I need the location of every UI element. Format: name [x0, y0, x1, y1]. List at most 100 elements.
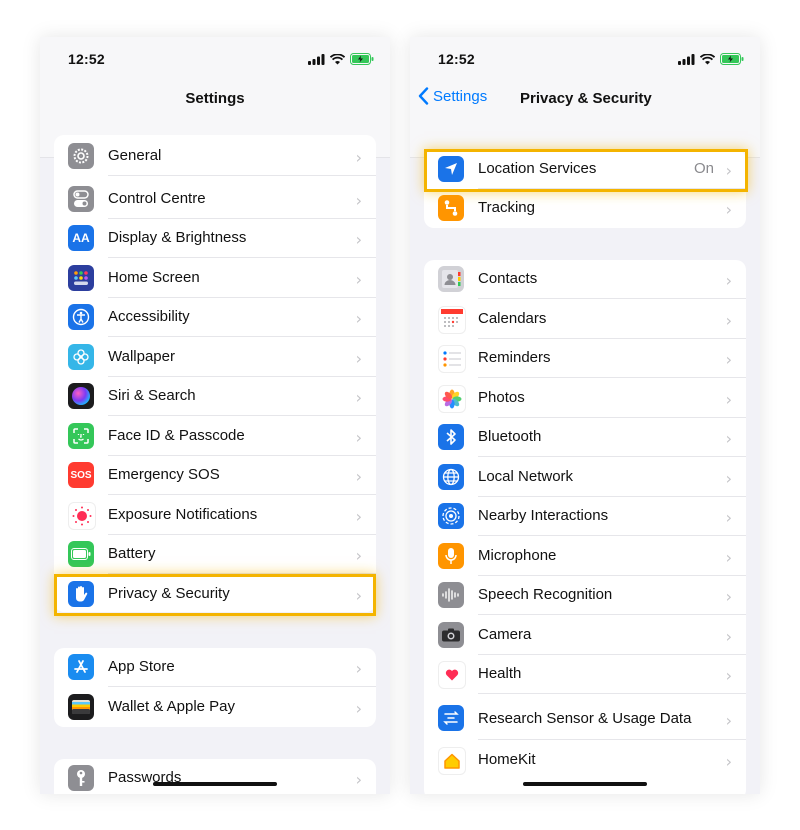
privacy-item-tracking[interactable]: Tracking › [424, 189, 746, 228]
privacy-item-camera[interactable]: Camera › [424, 616, 746, 655]
location-status-value: On [693, 160, 714, 177]
settings-item-label: Tracking [478, 199, 535, 216]
privacy-item-location-services[interactable]: Location Services On › [424, 150, 746, 189]
home-indicator[interactable] [523, 782, 647, 786]
settings-item-label: Camera [478, 626, 532, 643]
privacy-group-permissions: Contacts › Calendars › Reminders › Photo… [424, 260, 746, 794]
chevron-right-icon: › [355, 659, 362, 678]
divider [478, 456, 746, 457]
bluetooth-icon [438, 424, 464, 450]
microphone-icon [438, 543, 464, 569]
settings-item-label: Emergency SOS [108, 466, 220, 483]
chevron-right-icon: › [355, 270, 362, 289]
settings-item-label: Display & Brightness [108, 229, 247, 246]
divider [478, 377, 746, 378]
chevron-right-icon: › [725, 627, 732, 646]
chevron-right-icon: › [725, 587, 732, 606]
privacy-item-photos[interactable]: Photos › [424, 379, 746, 418]
settings-item-face-id-passcode[interactable]: Face ID & Passcode › [54, 417, 376, 456]
chevron-right-icon: › [725, 469, 732, 488]
exposure-icon [68, 502, 96, 530]
settings-item-siri-search[interactable]: Siri & Search › [54, 377, 376, 416]
privacy-item-bluetooth[interactable]: Bluetooth › [424, 418, 746, 457]
settings-item-label: Privacy & Security [108, 585, 230, 602]
settings-item-label: Location Services [478, 160, 597, 177]
back-button[interactable]: Settings [418, 87, 487, 105]
settings-item-label: Siri & Search [108, 387, 196, 404]
settings-item-home-screen[interactable]: Home Screen › [54, 259, 376, 298]
chevron-right-icon: › [355, 148, 362, 167]
settings-item-emergency-sos[interactable]: SOS Emergency SOS › [54, 456, 376, 495]
settings-item-display-brightness[interactable]: AA Display & Brightness › [54, 219, 376, 258]
chevron-right-icon: › [355, 230, 362, 249]
photos-icon [438, 385, 466, 413]
settings-item-passwords[interactable]: Passwords › [54, 759, 376, 794]
privacy-item-reminders[interactable]: Reminders › [424, 339, 746, 378]
status-time: 12:52 [438, 51, 475, 67]
privacy-item-health[interactable]: Health › [424, 655, 746, 694]
chevron-right-icon: › [355, 349, 362, 368]
grid-icon [68, 265, 94, 291]
location-arrow-icon [438, 156, 464, 182]
status-time: 12:52 [68, 51, 105, 67]
divider [108, 686, 376, 687]
settings-item-label: Home Screen [108, 269, 200, 286]
settings-item-label: Wallpaper [108, 348, 175, 365]
divider [478, 693, 746, 694]
reminders-icon [438, 345, 466, 373]
privacy-item-local-network[interactable]: Local Network › [424, 458, 746, 497]
settings-item-label: Research Sensor & Usage Data [478, 710, 692, 727]
signal-icon [308, 53, 325, 65]
chevron-right-icon: › [355, 428, 362, 447]
settings-item-app-store[interactable]: App Store › [54, 648, 376, 687]
home-indicator[interactable] [153, 782, 277, 786]
privacy-item-calendars[interactable]: Calendars › [424, 300, 746, 339]
chevron-right-icon: › [725, 271, 732, 290]
settings-item-wallpaper[interactable]: Wallpaper › [54, 338, 376, 377]
divider [108, 175, 376, 176]
settings-item-privacy-security[interactable]: Privacy & Security › [54, 575, 376, 612]
privacy-item-homekit[interactable]: HomeKit › [424, 741, 746, 780]
settings-item-battery[interactable]: Battery › [54, 535, 376, 574]
heart-icon [438, 661, 466, 689]
settings-item-label: Calendars [478, 310, 547, 327]
chevron-right-icon: › [355, 191, 362, 210]
chevron-right-icon: › [725, 350, 732, 369]
privacy-group-location: Location Services On › Tracking › [424, 150, 746, 228]
chevron-right-icon: › [725, 390, 732, 409]
settings-item-label: Nearby Interactions [478, 507, 609, 524]
chevron-right-icon: › [725, 200, 732, 219]
toggle-icon [68, 186, 94, 212]
privacy-item-microphone[interactable]: Microphone › [424, 537, 746, 576]
battery-status-icon [350, 53, 374, 65]
chevron-right-icon: › [725, 429, 732, 448]
settings-item-accessibility[interactable]: Accessibility › [54, 298, 376, 337]
settings-item-general[interactable]: General › [54, 137, 376, 176]
waveform-icon [438, 582, 464, 608]
settings-item-wallet-apple-pay[interactable]: Wallet & Apple Pay › [54, 688, 376, 727]
privacy-item-research-sensor[interactable]: Research Sensor & Usage Data › [424, 697, 746, 740]
privacy-item-contacts[interactable]: Contacts › [424, 260, 746, 299]
divider [478, 535, 746, 536]
settings-item-label: Wallet & Apple Pay [108, 698, 236, 715]
settings-screen: 12:52 Settings General › Control Centre … [40, 37, 390, 794]
app-store-icon [68, 654, 94, 680]
chevron-right-icon: › [355, 586, 362, 605]
chevron-right-icon: › [725, 548, 732, 567]
navigation-bar: 12:52 Settings Privacy & Security [410, 37, 760, 158]
siri-icon [68, 383, 94, 409]
divider [108, 415, 376, 416]
settings-item-label: Contacts [478, 270, 538, 287]
camera-icon [438, 622, 464, 648]
settings-item-control-centre[interactable]: Control Centre › [54, 180, 376, 219]
key-icon [68, 765, 94, 791]
divider [478, 739, 746, 740]
settings-item-exposure-notifications[interactable]: Exposure Notifications › [54, 496, 376, 535]
text-size-icon: AA [68, 225, 94, 251]
settings-group-main: General › Control Centre › AA Display & … [54, 135, 376, 612]
privacy-item-nearby-interactions[interactable]: Nearby Interactions › [424, 497, 746, 536]
privacy-item-speech-recognition[interactable]: Speech Recognition › [424, 576, 746, 615]
wifi-icon [330, 53, 345, 64]
settings-item-label: Reminders [478, 349, 551, 366]
settings-item-label: Face ID & Passcode [108, 427, 245, 444]
